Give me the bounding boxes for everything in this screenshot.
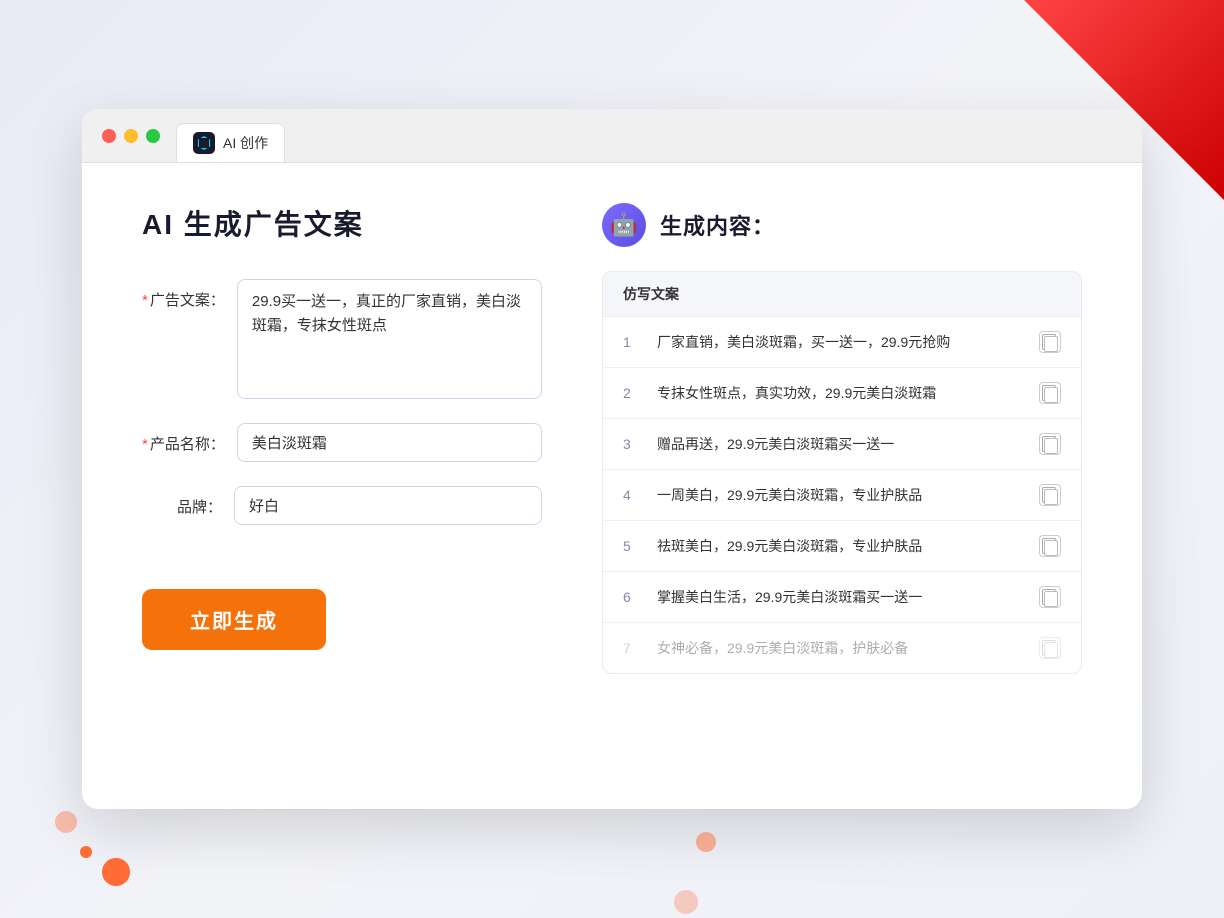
copy-button-5[interactable]	[1039, 535, 1061, 557]
copy-button-3[interactable]	[1039, 433, 1061, 455]
brand-input[interactable]	[234, 486, 542, 525]
copy-button-7[interactable]	[1039, 637, 1061, 659]
required-star-ad: *	[142, 292, 148, 309]
browser-content: AI 生成广告文案 *广告文案： 29.9买一送一，真正的厂家直销，美白淡斑霜，…	[82, 163, 1142, 714]
tab-icon	[193, 132, 215, 154]
page-title: AI 生成广告文案	[142, 203, 542, 243]
product-name-group: *产品名称：	[142, 423, 542, 462]
product-name-input[interactable]	[237, 423, 542, 462]
row-number-4: 4	[623, 487, 643, 503]
result-row: 6 掌握美白生活，29.9元美白淡斑霜买一送一	[603, 572, 1081, 623]
row-text-2: 专抹女性斑点，真实功效，29.9元美白淡斑霜	[657, 383, 1025, 404]
ad-copy-group: *广告文案： 29.9买一送一，真正的厂家直销，美白淡斑霜，专抹女性斑点	[142, 279, 542, 399]
row-number-1: 1	[623, 334, 643, 350]
result-row-faded: 7 女神必备，29.9元美白淡斑霜，护肤必备	[603, 623, 1081, 673]
brand-label: 品牌：	[142, 486, 222, 517]
row-number-3: 3	[623, 436, 643, 452]
maximize-button[interactable]	[146, 129, 160, 143]
browser-tab[interactable]: AI 创作	[176, 123, 285, 162]
row-number-2: 2	[623, 385, 643, 401]
row-text-1: 厂家直销，美白淡斑霜，买一送一，29.9元抢购	[657, 332, 1025, 353]
row-text-5: 祛斑美白，29.9元美白淡斑霜，专业护肤品	[657, 536, 1025, 557]
result-row: 3 赠品再送，29.9元美白淡斑霜买一送一	[603, 419, 1081, 470]
result-table-header: 仿写文案	[603, 272, 1081, 317]
result-row: 2 专抹女性斑点，真实功效，29.9元美白淡斑霜	[603, 368, 1081, 419]
result-header: 🤖 生成内容：	[602, 203, 1082, 247]
right-panel: 🤖 生成内容： 仿写文案 1 厂家直销，美白淡斑霜，买一送一，29.9元抢购 2…	[602, 203, 1082, 674]
result-row: 4 一周美白，29.9元美白淡斑霜，专业护肤品	[603, 470, 1081, 521]
row-number-5: 5	[623, 538, 643, 554]
copy-button-2[interactable]	[1039, 382, 1061, 404]
copy-button-6[interactable]	[1039, 586, 1061, 608]
copy-button-4[interactable]	[1039, 484, 1061, 506]
result-title: 生成内容：	[660, 209, 775, 241]
copy-button-1[interactable]	[1039, 331, 1061, 353]
result-row: 5 祛斑美白，29.9元美白淡斑霜，专业护肤品	[603, 521, 1081, 572]
brand-group: 品牌：	[142, 486, 542, 525]
ai-logo-icon	[197, 136, 211, 150]
generate-button[interactable]: 立即生成	[142, 589, 326, 650]
traffic-lights	[102, 129, 160, 157]
row-number-6: 6	[623, 589, 643, 605]
result-table: 仿写文案 1 厂家直销，美白淡斑霜，买一送一，29.9元抢购 2 专抹女性斑点，…	[602, 271, 1082, 674]
ad-copy-label: *广告文案：	[142, 279, 225, 310]
row-number-7: 7	[623, 640, 643, 656]
minimize-button[interactable]	[124, 129, 138, 143]
ad-copy-textarea[interactable]: 29.9买一送一，真正的厂家直销，美白淡斑霜，专抹女性斑点	[237, 279, 542, 399]
row-text-3: 赠品再送，29.9元美白淡斑霜买一送一	[657, 434, 1025, 455]
row-text-4: 一周美白，29.9元美白淡斑霜，专业护肤品	[657, 485, 1025, 506]
close-button[interactable]	[102, 129, 116, 143]
left-panel: AI 生成广告文案 *广告文案： 29.9买一送一，真正的厂家直销，美白淡斑霜，…	[142, 203, 542, 674]
tab-label: AI 创作	[223, 133, 268, 153]
browser-window: AI 创作 AI 生成广告文案 *广告文案： 29.9买一送一，真正的厂家直销，…	[82, 109, 1142, 809]
robot-icon: 🤖	[602, 203, 646, 247]
robot-emoji: 🤖	[610, 212, 637, 238]
result-row: 1 厂家直销，美白淡斑霜，买一送一，29.9元抢购	[603, 317, 1081, 368]
product-name-label: *产品名称：	[142, 423, 225, 454]
row-text-7: 女神必备，29.9元美白淡斑霜，护肤必备	[657, 638, 1025, 659]
row-text-6: 掌握美白生活，29.9元美白淡斑霜买一送一	[657, 587, 1025, 608]
required-star-product: *	[142, 436, 148, 453]
browser-chrome: AI 创作	[82, 109, 1142, 163]
